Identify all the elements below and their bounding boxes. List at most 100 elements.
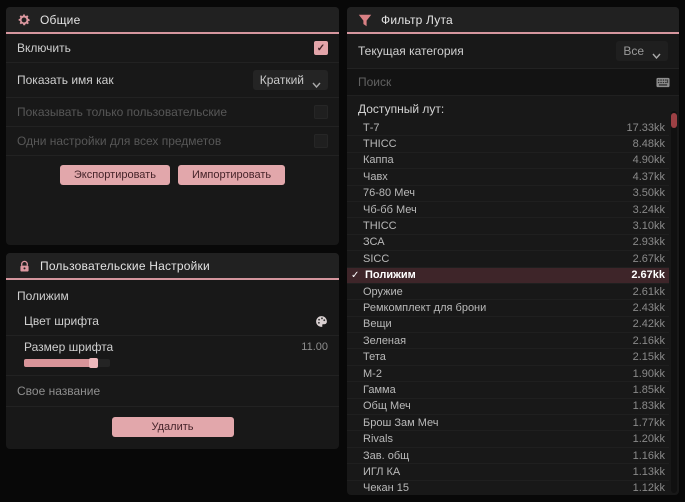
loot-item-name: ЗСА — [363, 236, 385, 249]
loot-item-value: 2.67kk — [631, 269, 665, 282]
loot-item-row[interactable]: Гамма 1.85kk — [347, 382, 669, 399]
single-settings-label: Одни настройки для всех предметов — [17, 134, 222, 148]
row-export-import: Экспортировать Импортировать — [6, 156, 339, 194]
scrollbar — [671, 111, 677, 493]
row-enable: Включить ✓ — [6, 34, 339, 63]
loot-item-name: THICC — [363, 138, 397, 151]
export-button[interactable]: Экспортировать — [59, 165, 170, 185]
loot-item-value: 2.67kk — [632, 252, 665, 265]
chevron-down-icon — [312, 77, 321, 89]
loot-item-name: Чавх — [363, 170, 388, 183]
loot-item-row[interactable]: Каппа 4.90kk — [347, 153, 669, 170]
panel-title: Общие — [40, 13, 81, 27]
row-name-mode: Показать имя как Краткий — [6, 63, 339, 98]
loot-item-name: Чб-бб Меч — [363, 203, 417, 216]
loot-item-value: 1.83kk — [632, 400, 665, 413]
left-column: Общие Включить ✓ Показать имя как Кратки… — [6, 7, 339, 495]
loot-item-value: 3.10kk — [632, 220, 665, 233]
funnel-icon — [358, 13, 372, 27]
search-input[interactable] — [356, 74, 656, 90]
loot-item-row[interactable]: М-2 1.90kk — [347, 366, 669, 383]
loot-item-value: 17.33kk — [626, 121, 665, 134]
loot-item-value: 1.13kk — [632, 465, 665, 478]
loot-item-value: 2.61kk — [632, 285, 665, 298]
loot-item-row[interactable]: THICC 8.48kk — [347, 136, 669, 153]
delete-button[interactable]: Удалить — [111, 417, 234, 437]
keyboard-icon[interactable] — [656, 75, 670, 89]
loot-item-row[interactable]: Зав. общ 1.16kk — [347, 448, 669, 465]
loot-item-value: 8.48kk — [632, 138, 665, 151]
loot-item-row[interactable]: Тета 2.15kk — [347, 349, 669, 366]
selected-item-name: Полижим — [17, 289, 69, 303]
category-select[interactable]: Все — [616, 41, 668, 61]
check-icon: ✓ — [351, 269, 360, 281]
loot-item-row[interactable]: Оружие 2.61kk — [347, 284, 669, 301]
panel-custom-header: Пользовательские Настройки — [6, 253, 339, 280]
loot-item-name: Зав. общ — [363, 449, 410, 462]
loot-item-name: М-2 — [363, 367, 382, 380]
loot-item-row[interactable]: 76-80 Меч 3.50kk — [347, 186, 669, 202]
loot-item-value: 1.90kk — [632, 367, 665, 380]
category-label: Текущая категория — [358, 44, 464, 58]
panel-general-header: Общие — [6, 7, 339, 34]
loot-item-row[interactable]: ✓ Полижим 2.67kk — [347, 267, 669, 284]
gear-icon — [17, 13, 31, 27]
loot-item-name: Общ Меч — [363, 400, 411, 413]
loot-item-name: Гамма — [363, 383, 396, 396]
name-mode-select[interactable]: Краткий — [252, 70, 328, 90]
loot-item-name: Чекан 15 — [363, 482, 409, 495]
loot-item-value: 2.42kk — [632, 318, 665, 331]
loot-item-value: 4.37kk — [632, 170, 665, 183]
loot-item-row[interactable]: ИГЛ КА 1.13kk — [347, 464, 669, 481]
import-button[interactable]: Импортировать — [177, 165, 286, 185]
loot-item-value: 4.90kk — [632, 154, 665, 167]
loot-item-row[interactable]: Брош Зам Меч 1.77kk — [347, 415, 669, 432]
loot-item-value: 3.50kk — [632, 187, 665, 200]
loot-item-row[interactable]: THICC 3.10kk — [347, 218, 669, 235]
single-settings-checkbox — [314, 134, 328, 148]
loot-item-value: 1.85kk — [632, 383, 665, 396]
loot-item-name: 76-80 Меч — [363, 187, 415, 200]
loot-item-row[interactable]: SICC 2.67kk — [347, 251, 669, 268]
only-custom-label: Показывать только пользовательские — [17, 105, 227, 119]
loot-list: Т-7 17.33kk THICC 8.48kk Каппа 4.90kk Ча… — [347, 120, 679, 495]
loot-item-row[interactable]: Rivals 1.20kk — [347, 431, 669, 448]
loot-item-row[interactable]: Общ Меч 1.83kk — [347, 399, 669, 416]
slider-handle[interactable] — [89, 358, 99, 368]
loot-item-row[interactable]: Чб-бб Меч 3.24kk — [347, 202, 669, 219]
font-size-label: Размер шрифта — [24, 340, 114, 354]
loot-item-value: 3.24kk — [632, 203, 665, 216]
row-single-settings: Одни настройки для всех предметов — [6, 127, 339, 156]
panel-title: Фильтр Лута — [381, 13, 453, 27]
loot-item-name: Каппа — [363, 154, 394, 167]
enable-checkbox[interactable]: ✓ — [314, 41, 328, 55]
slider-fill — [24, 359, 93, 367]
font-size-slider[interactable] — [24, 358, 110, 368]
loot-item-row[interactable]: Чавх 4.37kk — [347, 169, 669, 186]
font-color-label: Цвет шрифта — [24, 314, 99, 328]
loot-item-name: Зеленая — [363, 334, 407, 347]
custom-name-input[interactable] — [6, 376, 339, 406]
row-custom-name — [6, 376, 339, 407]
loot-item-row[interactable]: Чекан 15 1.12kk — [347, 481, 669, 495]
loot-item-value: 1.12kk — [632, 482, 665, 495]
loot-item-name: SICC — [363, 252, 390, 265]
panel-loot-header: Фильтр Лута — [347, 7, 679, 34]
window: Общие Включить ✓ Показать имя как Кратки… — [0, 0, 685, 502]
row-category: Текущая категория Все — [347, 34, 679, 69]
search-box — [347, 69, 679, 96]
font-size-value: 11.00 — [301, 341, 328, 353]
loot-item-row[interactable]: Т-7 17.33kk — [347, 120, 669, 137]
loot-item-row[interactable]: Зеленая 2.16kk — [347, 333, 669, 350]
loot-item-row[interactable]: ЗСА 2.93kk — [347, 235, 669, 252]
loot-item-row[interactable]: Ремкомплект для брони 2.43kk — [347, 300, 669, 317]
scrollbar-thumb[interactable] — [671, 113, 677, 128]
loot-item-row[interactable]: Вещи 2.42kk — [347, 317, 669, 334]
chevron-down-icon — [652, 48, 661, 60]
loot-item-name: Ремкомплект для брони — [363, 301, 487, 314]
loot-item-name: Брош Зам Меч — [363, 416, 439, 429]
row-delete: Удалить — [6, 407, 339, 449]
right-column: Фильтр Лута Текущая категория Все Доступ… — [347, 7, 679, 495]
panel-custom-settings: Пользовательские Настройки Полижим Цвет … — [6, 253, 339, 449]
palette-icon[interactable] — [314, 314, 328, 328]
